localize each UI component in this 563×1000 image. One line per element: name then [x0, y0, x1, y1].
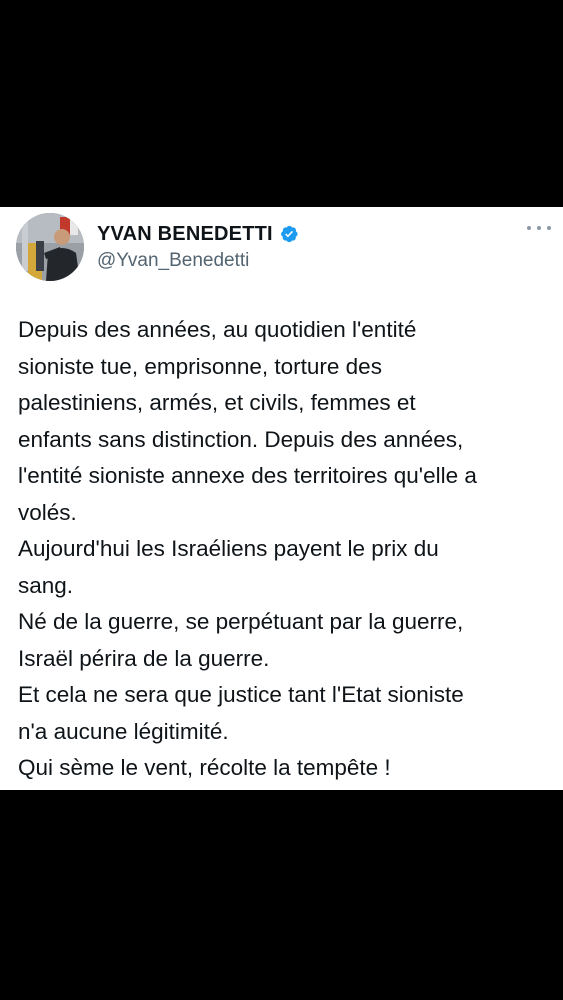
- profile-photo-icon: [16, 213, 84, 281]
- display-name[interactable]: YVAN BENEDETTI: [97, 223, 273, 246]
- author-name-row: YVAN BENEDETTI: [97, 221, 299, 247]
- tweet-text-line: Israël périra de la guerre.: [18, 645, 270, 671]
- tweet-text-line: Qui sème le vent, récolte la tempête !: [18, 755, 391, 780]
- tweet-card[interactable]: YVAN BENEDETTI @Yvan_Benedetti Depuis de…: [0, 207, 563, 790]
- tweet-text-line: n'a aucune légitimité.: [18, 718, 229, 744]
- tweet-text-line: l'entité sioniste annexe des territoires…: [18, 463, 477, 488]
- screenshot-frame: YVAN BENEDETTI @Yvan_Benedetti Depuis de…: [0, 0, 563, 1000]
- tweet-text-line: Né de la guerre, se perpétuant par la gu…: [18, 609, 464, 634]
- tweet-text-line: Aujourd'hui les Israéliens payent le pri…: [18, 536, 439, 561]
- tweet-text-line: sang.: [18, 572, 74, 598]
- more-horizontal-icon[interactable]: [527, 223, 551, 233]
- author-handle[interactable]: @Yvan_Benedetti: [97, 250, 249, 272]
- tweet-text-line: sioniste tue, emprisonne, torture des: [18, 353, 382, 379]
- tweet-text-line: enfants sans distinction. Depuis des ann…: [18, 426, 464, 452]
- tweet-text-line: Depuis des années, au quotidien l'entité: [18, 317, 417, 342]
- tweet-text-line: palestiniens, armés, et civils, femmes e…: [18, 390, 416, 415]
- avatar[interactable]: [16, 213, 84, 281]
- tweet-text-line: volés.: [18, 499, 77, 525]
- tweet-text-line: Et cela ne sera que justice tant l'Etat …: [18, 682, 464, 707]
- verified-badge-icon: [279, 224, 299, 244]
- tweet-text: Depuis des années, au quotidien l'entité…: [18, 312, 558, 787]
